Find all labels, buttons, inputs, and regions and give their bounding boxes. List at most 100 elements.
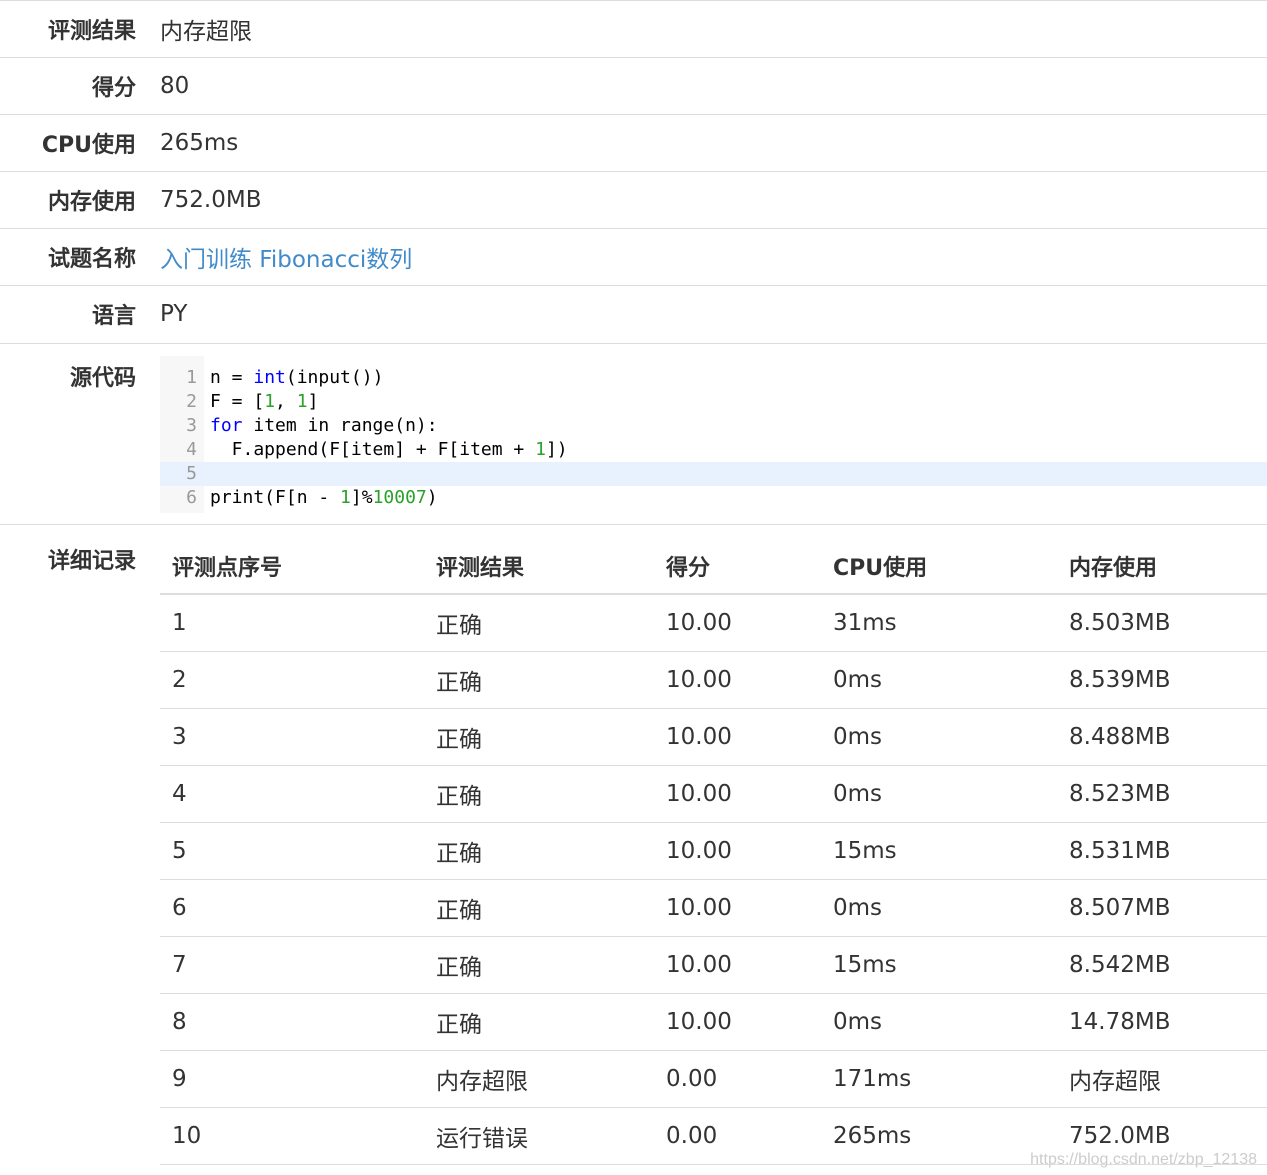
cell-score: 10.00 <box>666 895 732 921</box>
line-number: 3 <box>186 415 197 436</box>
cell-result: 正确 <box>436 841 482 867</box>
cell-case-number: 9 <box>172 1066 187 1092</box>
code-line: 2 F = [1, 1] <box>160 390 1267 414</box>
score-label: 得分 <box>91 76 136 101</box>
cell-case-number: 7 <box>172 952 187 978</box>
cell-case-number: 5 <box>172 838 187 864</box>
cell-score: 10.00 <box>666 952 732 978</box>
code-line: 1 n = int(input()) <box>160 366 1267 390</box>
cell-score: 0.00 <box>666 1066 718 1092</box>
cpu-value: 265ms <box>160 130 239 156</box>
source-code-label: 源代码 <box>69 366 136 391</box>
results-table-body: 1 正确 10.00 31ms 8.503MB 2 正确 10.00 0ms 8.539MB 3 正确… <box>160 595 1267 1165</box>
info-row-cpu: CPU使用 265ms <box>0 114 1267 171</box>
submission-info-table: 评测结果 内存超限 得分 80 CPU使用 265ms 内存使用 752.0MB… <box>0 0 1267 342</box>
info-row-memory: 内存使用 752.0MB <box>0 171 1267 228</box>
cell-case-number: 4 <box>172 781 187 807</box>
cell-cpu: 0ms <box>833 667 883 693</box>
cell-memory: 内存超限 <box>1069 1069 1161 1095</box>
code-text: print(F[n - 1]%10007) <box>210 487 438 508</box>
cell-score: 0.00 <box>666 1123 718 1149</box>
code-line: 4 F.append(F[item] + F[item + 1]) <box>160 438 1267 462</box>
code-editor[interactable]: 1 n = int(input()) 2 F = [1, 1] 3 for it… <box>160 356 1267 513</box>
cell-memory: 8.539MB <box>1069 667 1171 693</box>
result-label: 评测结果 <box>47 19 136 44</box>
cell-memory: 8.531MB <box>1069 838 1171 864</box>
code-text: n = int(input()) <box>210 367 384 388</box>
line-number: 1 <box>186 367 197 388</box>
info-row-problem: 试题名称 入门训练 Fibonacci数列 <box>0 228 1267 285</box>
cell-result: 正确 <box>436 955 482 981</box>
header-score: 得分 <box>666 556 711 581</box>
info-row-result: 评测结果 内存超限 <box>0 0 1267 57</box>
cell-case-number: 6 <box>172 895 187 921</box>
info-row-language: 语言 PY <box>0 285 1267 342</box>
cell-cpu: 0ms <box>833 781 883 807</box>
cell-result: 正确 <box>436 670 482 696</box>
cell-result: 正确 <box>436 613 482 639</box>
table-row: 9 内存超限 0.00 171ms 内存超限 <box>160 1051 1267 1108</box>
cell-memory: 14.78MB <box>1069 1009 1171 1035</box>
line-number: 5 <box>186 463 197 484</box>
line-number: 6 <box>186 487 197 508</box>
cell-score: 10.00 <box>666 1009 732 1035</box>
cell-score: 10.00 <box>666 724 732 750</box>
cell-score: 10.00 <box>666 610 732 636</box>
cell-memory: 8.503MB <box>1069 610 1171 636</box>
cell-result: 正确 <box>436 898 482 924</box>
line-number: 2 <box>186 391 197 412</box>
problem-link[interactable]: 入门训练 Fibonacci数列 <box>160 240 412 274</box>
cell-cpu: 0ms <box>833 1009 883 1035</box>
detail-records-row: 详细记录 评测点序号 评测结果 得分 CPU使用 内存使用 1 正确 10.00 31… <box>0 524 1267 1175</box>
results-table-header: 评测点序号 评测结果 得分 CPU使用 内存使用 <box>160 539 1267 595</box>
cell-case-number: 8 <box>172 1009 187 1035</box>
cell-result: 内存超限 <box>436 1069 528 1095</box>
code-text: F.append(F[item] + F[item + 1]) <box>210 439 568 460</box>
table-row: 2 正确 10.00 0ms 8.539MB <box>160 652 1267 709</box>
cell-score: 10.00 <box>666 667 732 693</box>
table-row: 8 正确 10.00 0ms 14.78MB <box>160 994 1267 1051</box>
code-text: for item in range(n): <box>210 415 438 436</box>
cell-memory: 752.0MB <box>1069 1123 1171 1149</box>
code-text: F = [1, 1] <box>210 391 319 412</box>
cell-score: 10.00 <box>666 781 732 807</box>
cell-memory: 8.542MB <box>1069 952 1171 978</box>
language-label: 语言 <box>91 304 136 329</box>
watermark: https://blog.csdn.net/zbp_12138 <box>1030 1151 1257 1168</box>
language-value: PY <box>160 301 188 327</box>
info-row-score: 得分 80 <box>0 57 1267 114</box>
cell-cpu: 15ms <box>833 952 897 978</box>
code-line: 6 print(F[n - 1]%10007) <box>160 486 1267 510</box>
code-line: 3 for item in range(n): <box>160 414 1267 438</box>
cell-score: 10.00 <box>666 838 732 864</box>
cell-result: 正确 <box>436 1012 482 1038</box>
cpu-label: CPU使用 <box>41 133 136 158</box>
cell-result: 正确 <box>436 784 482 810</box>
table-row: 5 正确 10.00 15ms 8.531MB <box>160 823 1267 880</box>
cell-memory: 8.488MB <box>1069 724 1171 750</box>
cell-result: 运行错误 <box>436 1126 528 1152</box>
cell-case-number: 10 <box>172 1123 202 1149</box>
header-result: 评测结果 <box>436 556 525 581</box>
result-value: 内存超限 <box>160 19 252 45</box>
header-memory: 内存使用 <box>1069 556 1158 581</box>
cell-case-number: 3 <box>172 724 187 750</box>
results-table: 评测点序号 评测结果 得分 CPU使用 内存使用 1 正确 10.00 31ms 8.5… <box>160 539 1267 1165</box>
header-cpu: CPU使用 <box>833 556 928 581</box>
cell-cpu: 265ms <box>833 1123 912 1149</box>
memory-label: 内存使用 <box>47 190 136 215</box>
memory-value: 752.0MB <box>160 187 262 213</box>
cell-result: 正确 <box>436 727 482 753</box>
cell-memory: 8.523MB <box>1069 781 1171 807</box>
problem-label: 试题名称 <box>47 247 136 272</box>
code-line-active: 5 <box>160 462 1267 486</box>
table-row: 1 正确 10.00 31ms 8.503MB <box>160 595 1267 652</box>
detail-records-label: 详细记录 <box>47 549 136 574</box>
table-row: 7 正确 10.00 15ms 8.542MB <box>160 937 1267 994</box>
line-number: 4 <box>186 439 197 460</box>
source-code-row: 源代码 1 n = int(input()) 2 F = [1, 1] 3 fo… <box>0 343 1267 524</box>
cell-case-number: 2 <box>172 667 187 693</box>
score-value: 80 <box>160 73 190 99</box>
cell-cpu: 171ms <box>833 1066 912 1092</box>
cell-memory: 8.507MB <box>1069 895 1171 921</box>
